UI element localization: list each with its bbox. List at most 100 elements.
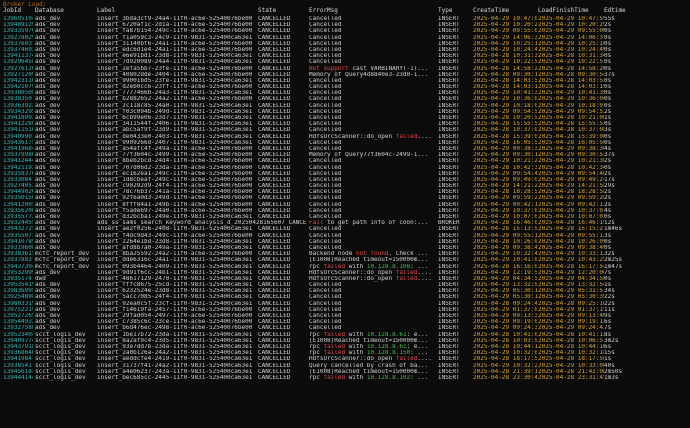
cell-label: insert_fa87b154-249c-11f0-ac6e-52540076b… [97,28,253,35]
cell-database: scct_logis_dev [35,356,86,363]
cell-errormsg: [E1008]Reached timeout=150000m... [309,257,429,264]
cell-state: CANCELLED [258,207,291,214]
cell-jobid: 139378831 [3,257,33,264]
cell-database: ads_dev [35,65,61,72]
cell-label: insert_31737f41-24a2-11f0-9831-525400ca6… [97,362,253,369]
cell-database: mcfc_report_dev [35,257,90,264]
cell-label: insert_f1a059c3-24c9-11f0-9831-525400ca6… [97,34,253,41]
cell-type: INSERT [438,108,460,115]
cell-edtime: 0s [604,90,612,97]
cell-jobid: 139380508 [3,90,33,97]
cell-jobid: 139271209 [3,71,33,78]
cell-type: INSERT [438,53,460,60]
cell-loadfinishtime: 2025-04-28 10:44:16 [538,343,604,350]
cell-type: INSERT [438,40,460,47]
cell-loadfinishtime: 2025-04-29 09:54:53 [538,108,604,115]
cell-errormsg: Cancelled [309,294,342,301]
cell-jobid: 139276126 [3,65,33,72]
cell-label: insert_6720af1c-2d1a-11f0-ac6e-52540076b… [97,22,253,29]
cell-type: INSERT [438,207,460,214]
cell-jobid: 139327588 [3,325,33,332]
cell-loadfinishtime: 2025-04-28 23:31:45 [538,374,604,381]
cell-jobid: 139412280 [3,121,33,128]
cell-edtime: 8s [604,331,612,338]
cell-edtime: 1s [604,115,612,121]
cell-jobid: 139274053 [3,183,33,190]
cell-jobid: 139385417 [3,362,33,369]
cell-jobid: 139335970 [3,28,33,35]
cell-loadfinishtime: 2025-04-29 10:37:07 [538,207,604,214]
cell-type: INSERT [438,158,460,165]
cell-jobid: 139411374 [3,53,33,60]
cell-state: CANCELLED [258,319,291,326]
cell-loadfinishtime: 2025-04-29 10:33:12 [538,251,604,258]
cell-type: INSERT [438,343,460,350]
cell-state: CANCELLED [258,368,291,375]
cell-database: ads_dev [35,139,61,146]
cell-state: CANCELLED [258,121,291,128]
cell-loadfinishtime: 2025-04-28 10:21:00 [538,115,604,121]
cell-type: INSERT [438,121,460,128]
cell-loadfinishtime: 2025-04-29 10:20:29 [538,22,604,29]
cell-database: scct_logis_dev [35,374,86,381]
cell-errormsg: Cancelled [309,139,342,146]
cell-errormsg: Cancelled [309,96,342,103]
cell-createtime: 2025-04-29 10:24:49 [473,46,537,53]
cell-loadfinishtime: 2025-04-29 10:18:01 [538,102,604,109]
cell-loadfinishtime: 2025-04-28 14:03:15 [538,84,604,91]
cell-createtime: 2025-04-28 16:46:07 [473,220,537,227]
cell-edtime: 2m50s [604,368,623,375]
cell-loadfinishtime: 2025-04-29 10:33:08 [538,362,604,369]
cell-loadfinishtime: 2025-04-28 14:03:53 [538,77,604,84]
cell-createtime: 2025-04-28 18:17:56 [473,356,537,363]
cell-jobid: 139324455 [3,220,33,227]
cell-createtime: 2025-04-28 10:26:05 [473,238,537,245]
cell-label: insert_fffc8675-25cd-11f0-9831-525400ca6… [97,282,253,289]
cell-createtime: 2025-04-28 18:28:56 [473,189,537,196]
cell-state: CANCELLED [258,145,291,152]
cell-label: insert_7777466b-24a3-11f0-9831-525400ca6… [97,90,253,97]
cell-edtime: 55s [604,16,615,22]
cell-state: CANCELLED [258,40,291,47]
cell-createtime: 2025-04-29 10:21:28 [473,158,537,165]
cell-errormsg: HdfsOrcScanner::do_open failed.... [309,356,432,363]
cell-state: CANCELLED [258,84,291,91]
cell-jobid: 139343295 [3,108,33,115]
cell-type: INSERT [438,96,460,103]
cell-state: CANCELLED [258,65,291,72]
cell-createtime: 2025-04-28 09:30:17 [473,71,537,78]
cell-database: ads_dev [35,115,61,121]
cell-state: CANCELLED [258,183,291,190]
cell-errormsg: Cancelled [309,28,342,35]
cell-type: INSERT [438,244,460,251]
cell-createtime: 2025-04-29 04:34:58 [473,275,537,282]
cell-loadfinishtime: 2025-04-28 14:58:26 [538,65,604,72]
cell-loadfinishtime: 2025-04-29 09:42:13 [538,201,604,208]
cell-label: insert_707d06d2-23da-11f0-ac6e-52540076b… [97,164,253,171]
cell-state: CANCELLED [258,152,291,159]
cell-errormsg: Cancelled [309,59,342,66]
cell-createtime: 2025-04-28 21:39:13 [473,368,537,375]
cell-database: ads_dev [35,319,61,326]
cell-errormsg: Cancelled [309,170,342,177]
cell-createtime: 2025-04-29 10:47:04 [473,16,537,22]
cell-state: CANCELLED [258,34,291,41]
cell-state: CANCELLED [258,115,291,121]
cell-loadfinishtime: 2025-04-28 15:55:51 [538,121,604,128]
cell-state: CANCELLED [258,275,291,282]
cell-database: ads_dev [35,145,61,152]
cell-database: ads_dev [35,170,61,177]
cell-type: INSERT [438,127,460,134]
cell-database: mcfc_report_dev [35,263,90,270]
cell-jobid: 139544932 [3,319,33,326]
cell-errormsg: rpc failed with 10.128.8.108: ... [309,263,429,270]
cell-type: INSERT [438,269,460,276]
cell-type: INSERT [438,133,460,140]
cell-edtime: 1m46s [604,226,623,233]
cell-database: scct_logis_dev [35,362,86,369]
cell-label: insert_2efa5bb7-23fe-11f0-ac6e-52540076b… [97,65,253,72]
cell-label: insert_dde6316c-24a1-11f0-9831-525400ca6… [97,257,253,264]
cell-type: INSERT [438,201,460,208]
cell-edtime: 1s [604,356,612,363]
cell-errormsg: Cancelled [309,201,342,208]
